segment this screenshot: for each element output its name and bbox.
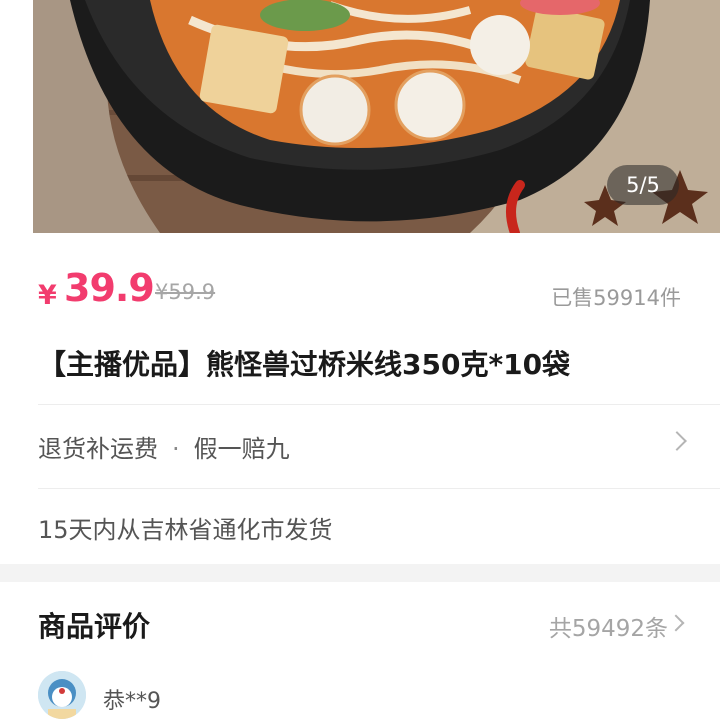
image-page-indicator: 5/5 bbox=[607, 165, 679, 205]
product-title: 【主播优品】熊怪兽过桥米线350克*10袋 bbox=[38, 348, 571, 381]
section-gap bbox=[0, 564, 720, 582]
divider bbox=[38, 488, 720, 489]
reviews-heading: 商品评价 bbox=[38, 610, 151, 643]
sold-count: 已售59914件 bbox=[551, 286, 681, 310]
reviews-count-link[interactable]: 共59492条 bbox=[549, 609, 668, 643]
product-image-gallery[interactable]: 5/5 bbox=[0, 0, 720, 233]
service-separator: · bbox=[172, 435, 180, 463]
currency-symbol: ¥ bbox=[38, 280, 57, 311]
shipping-info: 15天内从吉林省通化市发货 bbox=[38, 516, 333, 544]
avatar[interactable] bbox=[38, 671, 86, 719]
price-row: ¥ 39.9 ¥59.9 已售59914件 bbox=[38, 266, 688, 316]
service-fake-compensation: 假一赔九 bbox=[193, 435, 290, 463]
reviewer-name: 恭**9 bbox=[103, 689, 161, 714]
service-guarantees: 退货补运费 · 假一赔九 bbox=[38, 429, 290, 464]
original-price: ¥59.9 bbox=[155, 280, 216, 304]
chevron-right-icon[interactable] bbox=[667, 614, 685, 632]
current-price: 39.9 bbox=[64, 266, 155, 310]
service-guarantee-row[interactable]: 退货补运费 · 假一赔九 bbox=[0, 405, 720, 487]
service-return-shipping: 退货补运费 bbox=[38, 435, 158, 463]
chevron-right-icon bbox=[667, 431, 687, 451]
